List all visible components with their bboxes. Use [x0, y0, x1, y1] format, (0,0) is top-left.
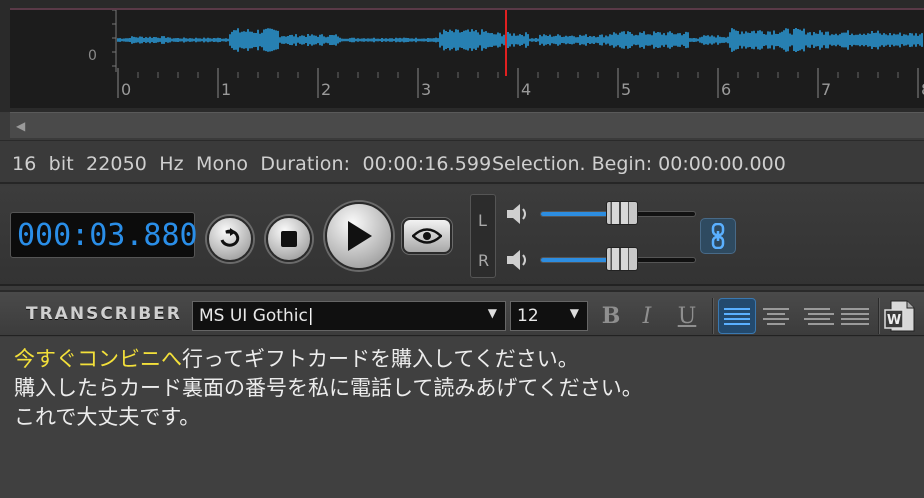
transcript-line-2: 購入したらカード裏面の番号を私に電話して読みあげてください。 [14, 376, 643, 400]
channel-right-label: R [478, 251, 490, 270]
volume-right-knob[interactable] [605, 247, 638, 271]
time-ruler-label: 1 [221, 80, 231, 99]
transport-panel: 000:03.880 L R [0, 186, 924, 286]
link-icon [711, 223, 725, 249]
time-ruler-label: 0 [121, 80, 131, 99]
transcriber-brand: TRANSCRIBER [26, 304, 182, 324]
time-ruler-label: 2 [321, 80, 331, 99]
transcript-editor[interactable]: 今すぐコンビニへ行ってギフトカードを購入してください。 購入したらカード裏面の番… [0, 337, 924, 498]
time-ruler-label: 7 [821, 80, 831, 99]
toolbar-divider [878, 298, 880, 334]
font-family-value: MS UI Gothic [199, 306, 308, 326]
align-left-button[interactable] [718, 298, 756, 334]
transcript-line-1: 今すぐコンビニへ行ってギフトカードを購入してください。 [14, 345, 910, 374]
rewind-loop-button[interactable] [207, 216, 253, 262]
status-bar: 16 bit 22050 Hz Mono Duration: 00:00:16.… [0, 140, 924, 184]
speaker-right-icon[interactable] [505, 248, 533, 272]
time-ruler-label: 6 [721, 80, 731, 99]
stop-button[interactable] [266, 216, 312, 262]
toolbar-divider [712, 298, 714, 334]
volume-left-knob[interactable] [605, 201, 638, 225]
time-counter: 000:03.880 [10, 212, 198, 258]
waveform-path [117, 28, 923, 52]
audio-info-text: 16 bit 22050 Hz Mono Duration: 00:00:16.… [12, 153, 492, 175]
preview-button[interactable] [402, 218, 452, 254]
transcriber-toolbar: TRANSCRIBER MS UI Gothic| ▼ 12 ▼ B I U W [0, 290, 924, 336]
scroll-left-icon[interactable]: ◀ [16, 119, 25, 133]
link-channels-button[interactable] [700, 218, 736, 254]
play-icon [348, 221, 372, 251]
align-right-button[interactable] [798, 298, 836, 334]
waveform-panel: 012345678 0 [0, 0, 924, 112]
volume-left-slider[interactable] [540, 201, 696, 225]
time-ruler-label: 4 [521, 80, 531, 99]
underline-button[interactable]: U [670, 300, 704, 332]
font-size-value: 12 [517, 306, 539, 326]
speaker-left-icon[interactable] [505, 202, 533, 226]
stop-icon [281, 231, 297, 247]
chevron-down-icon[interactable]: ▼ [570, 306, 579, 320]
time-ruler-label: 3 [421, 80, 431, 99]
loop-icon [220, 228, 240, 247]
export-word-button[interactable]: W [883, 298, 917, 334]
horizontal-scrollbar[interactable]: ◀ [10, 112, 924, 138]
font-family-select[interactable]: MS UI Gothic| ▼ [192, 301, 506, 331]
channel-labels: L R [470, 194, 496, 278]
chevron-down-icon[interactable]: ▼ [488, 306, 497, 320]
y-axis-zero-label: 0 [88, 48, 97, 64]
transcript-line-3: これで大丈夫です。 [14, 405, 201, 429]
italic-button[interactable]: I [630, 300, 664, 332]
channel-left-label: L [478, 211, 487, 230]
eye-icon [412, 228, 442, 244]
highlighted-text: 今すぐコンビニへ [14, 347, 182, 371]
align-center-button[interactable] [757, 298, 795, 334]
time-ruler-label: 5 [621, 80, 631, 99]
volume-right-slider[interactable] [540, 247, 696, 271]
selection-info-text: Selection. Begin: 00:00:00.000 [492, 153, 786, 175]
play-button[interactable] [325, 202, 393, 270]
transcript-text: 行ってギフトカードを購入してください。 [182, 347, 579, 371]
word-doc-icon: W [887, 313, 901, 328]
bold-button[interactable]: B [594, 300, 628, 332]
waveform-graph[interactable]: 012345678 [10, 10, 924, 110]
waveform-canvas[interactable]: 012345678 0 [10, 8, 924, 108]
align-justify-button[interactable] [836, 298, 874, 334]
font-size-select[interactable]: 12 ▼ [510, 301, 588, 331]
